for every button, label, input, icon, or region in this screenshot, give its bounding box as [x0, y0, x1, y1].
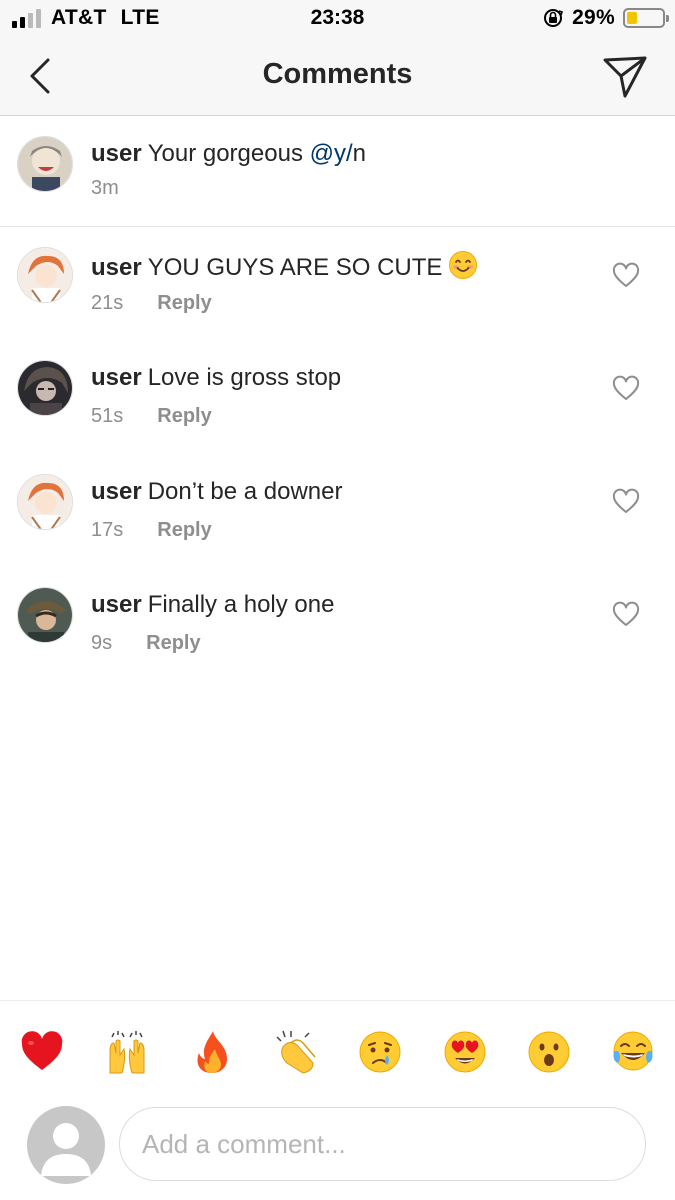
comment-meta: 17s Reply	[91, 519, 212, 542]
comment-text: user Love is gross stop	[91, 363, 341, 393]
comment-text: user Don’t be a downer	[91, 477, 343, 507]
heart-icon[interactable]	[612, 488, 640, 516]
comment-meta: 21s Reply	[91, 292, 212, 315]
username[interactable]: user	[91, 140, 142, 167]
status-right: 29%	[542, 6, 669, 30]
username[interactable]: user	[91, 364, 142, 391]
timestamp: 21s	[91, 292, 124, 314]
comment-meta: 9s Reply	[91, 632, 201, 655]
clapping-hands-icon[interactable]	[273, 1029, 319, 1075]
timestamp: 9s	[91, 632, 113, 654]
caption-body: Your gorgeous	[147, 140, 303, 167]
username[interactable]: user	[91, 478, 142, 505]
heart-icon[interactable]	[612, 262, 640, 290]
username[interactable]: user	[91, 591, 142, 618]
heart-icon[interactable]	[612, 601, 640, 629]
avatar[interactable]	[17, 247, 73, 303]
comment-body: Don’t be a downer	[147, 478, 343, 505]
reply-button[interactable]: Reply	[157, 405, 211, 428]
caption-body-end: n	[352, 140, 367, 167]
red-heart-icon[interactable]	[19, 1029, 65, 1075]
avatar-image	[18, 248, 72, 302]
comment-body: Finally a holy one	[147, 591, 335, 618]
timestamp: 51s	[91, 405, 124, 427]
reply-button[interactable]: Reply	[157, 519, 211, 542]
username[interactable]: user	[91, 254, 142, 281]
heart-eyes-face-icon[interactable]	[442, 1029, 488, 1075]
battery-fill	[627, 12, 637, 24]
comment-body: Love is gross stop	[147, 364, 342, 391]
emoji-quick-bar	[0, 1000, 675, 1100]
orientation-lock-icon	[544, 9, 564, 27]
surprised-face-icon[interactable]	[526, 1029, 572, 1075]
page-title: Comments	[262, 58, 413, 90]
avatar[interactable]	[17, 360, 73, 416]
avatar-image	[18, 137, 72, 191]
avatar[interactable]	[17, 587, 73, 643]
caption-text: user Your gorgeous @y/n	[91, 139, 366, 169]
mention-link[interactable]: @y/	[310, 140, 353, 167]
avatar-image	[18, 588, 72, 642]
avatar[interactable]	[17, 136, 73, 192]
reply-button[interactable]: Reply	[146, 632, 200, 655]
caption-meta: 3m	[91, 177, 119, 200]
reply-button[interactable]: Reply	[157, 292, 211, 315]
current-user-avatar[interactable]	[27, 1106, 105, 1184]
header: Comments	[0, 36, 675, 116]
avatar[interactable]	[17, 474, 73, 530]
comment-text: user Finally a holy one	[91, 590, 334, 620]
tears-of-joy-face-icon[interactable]	[610, 1029, 656, 1075]
comment-meta: 51s Reply	[91, 405, 212, 428]
heart-icon[interactable]	[612, 375, 640, 403]
paper-plane-icon[interactable]	[601, 52, 649, 100]
fire-icon[interactable]	[189, 1029, 235, 1075]
default-profile-icon	[41, 1123, 91, 1176]
crying-face-icon[interactable]	[357, 1029, 403, 1075]
comment-body: YOU GUYS ARE SO CUTE	[147, 254, 443, 281]
raising-hands-icon[interactable]	[104, 1029, 150, 1075]
smiling-face-emoji	[449, 251, 478, 279]
timestamp: 17s	[91, 519, 124, 541]
battery-icon	[623, 8, 669, 28]
avatar-image	[18, 475, 72, 529]
avatar-image	[18, 361, 72, 415]
comment-text: user YOU GUYS ARE SO CUTE	[91, 250, 478, 283]
comment-input[interactable]	[119, 1107, 646, 1181]
post-caption: user Your gorgeous @y/n 3m	[0, 117, 675, 227]
status-bar: AT&T LTE 23:38 29%	[0, 0, 675, 36]
timestamp: 3m	[91, 177, 119, 199]
battery-percent: 29%	[572, 6, 615, 29]
